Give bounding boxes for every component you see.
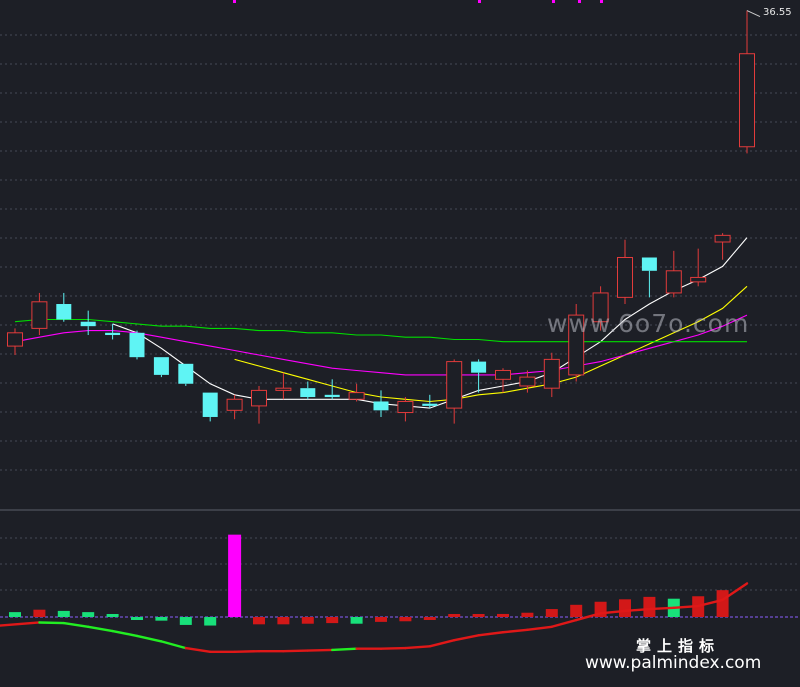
candle-body [543,358,560,389]
signal-line-segment [282,649,309,653]
signal-line-segment [648,606,675,611]
signal-line-segment [233,649,261,653]
watermark-url: www.palmindex.com [585,653,761,673]
macd-bar [33,609,46,617]
candle-body [7,332,23,347]
signal-line-segment [453,634,480,642]
signal-line-segment [477,631,505,637]
candle-body [641,257,657,271]
candle-body [665,270,682,294]
macd-bar [277,617,290,625]
candle-body [397,400,414,414]
signal-line-segment [306,648,334,652]
candle-body [617,257,633,298]
marker-dot [552,0,555,3]
macd-indicator [0,534,749,653]
macd-bar [326,617,339,624]
marker-dot [578,0,581,3]
signal-line-segment [184,646,212,653]
marker-dot [600,0,603,3]
marker-dot [233,0,236,3]
candle-body [348,392,365,400]
macd-bar [448,614,461,617]
candle-body [471,361,487,373]
macd-bar [716,590,729,617]
signal-line-segment [501,628,529,634]
candle-body [519,376,536,387]
signal-line-segment [0,621,41,627]
signal-line-segment [135,634,163,643]
signal-line-segment [550,618,578,628]
candle-body [373,401,389,411]
macd-bar [82,612,95,617]
macd-bar [179,617,192,625]
candle-body [739,53,755,148]
ma-line [234,285,748,403]
signal-line-segment [86,625,114,633]
macd-bar [350,617,363,624]
macd-bar [472,614,485,617]
signal-line-segment [404,645,431,650]
macd-bar [619,599,631,617]
max-price-label: 36.55 [763,7,792,18]
candle-body [226,398,243,411]
macd-bar [204,617,217,626]
candle-body [80,321,96,327]
signal-line-segment [526,625,553,632]
macd-bar [375,617,387,622]
candle-body [446,361,463,409]
stock-chart: 36.55 www.6o7o.com 掌上指标 www.palmindex.co… [0,0,800,687]
watermark-site: www.6o7o.com [547,309,749,338]
signal-line-segment [38,621,65,625]
candle-body [324,394,340,398]
signal-line-segment [111,629,139,638]
macd-bar [57,610,70,617]
macd-bar [155,617,168,621]
signal-line-segment [160,640,188,650]
candlestick-series [7,10,761,424]
candle-body [495,369,511,380]
macd-bar [643,596,656,617]
candlestick-chart: 36.55 www.6o7o.com 掌上指标 www.palmindex.co… [0,0,800,673]
signal-line-segment [428,638,456,648]
candle-body [422,403,438,406]
macd-bar [521,612,534,617]
signal-line-segment [379,646,407,650]
macd-bar [570,604,583,617]
macd-bar [301,617,314,624]
macd-bar [545,609,558,617]
candle-body [56,304,72,320]
candle-body [251,389,267,407]
candle-body [300,388,316,398]
macd-bar [9,612,21,617]
candle-body [714,234,731,243]
candle-body [31,301,48,329]
marker-dot [478,0,481,3]
macd-bar [253,617,265,625]
candle-body [690,276,707,283]
macd-bar [228,534,242,617]
candle-body [202,392,218,417]
candle-body [105,332,121,336]
candle-body [275,387,292,391]
macd-bar [399,617,412,622]
macd-bar [131,617,143,620]
max-price-pointer [746,10,761,17]
signal-line-segment [62,621,90,628]
macd-bar [423,617,436,620]
signal-line-segment [331,647,358,652]
candle-body [129,332,145,358]
candle-body [178,363,194,384]
macd-bar [497,613,509,617]
macd-bar [106,614,119,617]
candle-body [153,357,169,375]
